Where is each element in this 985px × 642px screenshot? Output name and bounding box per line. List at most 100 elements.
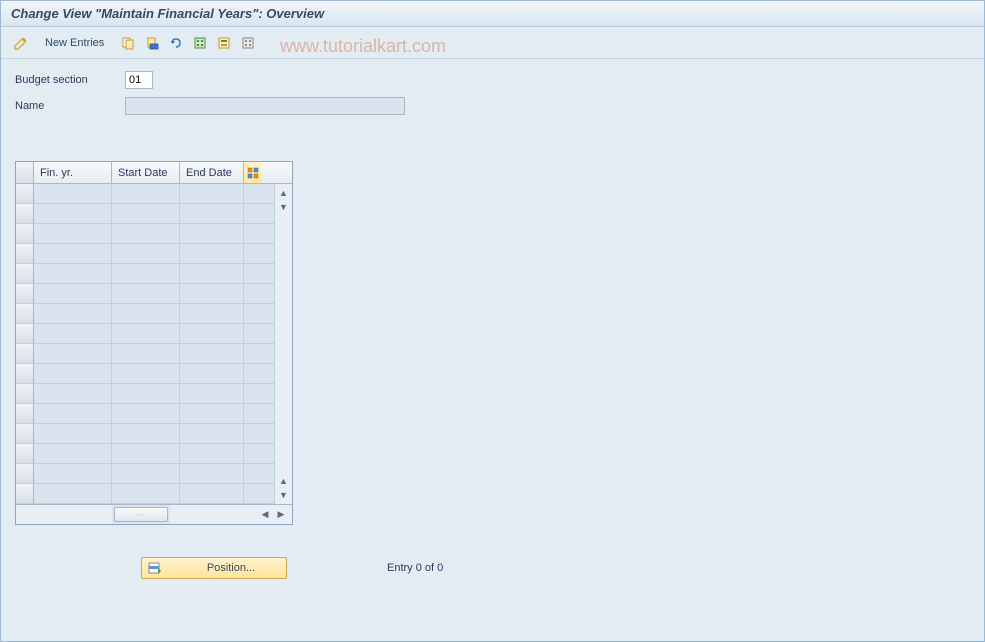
column-start-date[interactable]: Start Date [112, 162, 180, 183]
vertical-scrollbar[interactable]: ▲ ▼ ▲ ▼ [274, 184, 292, 504]
cell-fin-yr[interactable] [34, 464, 112, 483]
cell-end-date[interactable] [180, 484, 244, 503]
column-end-date[interactable]: End Date [180, 162, 244, 183]
cell-start-date[interactable] [112, 264, 180, 283]
name-input[interactable] [125, 97, 405, 115]
table-row[interactable] [16, 304, 274, 324]
budget-section-input[interactable] [125, 71, 153, 89]
table-row[interactable] [16, 204, 274, 224]
cell-start-date[interactable] [112, 244, 180, 263]
select-all-icon[interactable] [190, 33, 210, 53]
scroll-down-icon[interactable]: ▼ [277, 200, 291, 214]
cell-end-date[interactable] [180, 344, 244, 363]
table-row[interactable] [16, 364, 274, 384]
table-row[interactable] [16, 424, 274, 444]
cell-start-date[interactable] [112, 444, 180, 463]
scroll-up-icon[interactable]: ▲ [277, 186, 291, 200]
cell-fin-yr[interactable] [34, 224, 112, 243]
cell-start-date[interactable] [112, 384, 180, 403]
row-selector[interactable] [16, 424, 34, 443]
row-selector[interactable] [16, 224, 34, 243]
cell-fin-yr[interactable] [34, 204, 112, 223]
cell-fin-yr[interactable] [34, 324, 112, 343]
cell-end-date[interactable] [180, 464, 244, 483]
change-icon[interactable] [11, 33, 31, 53]
delete-icon[interactable] [142, 33, 162, 53]
cell-end-date[interactable] [180, 304, 244, 323]
cell-end-date[interactable] [180, 224, 244, 243]
row-selector[interactable] [16, 464, 34, 483]
cell-end-date[interactable] [180, 264, 244, 283]
row-selector[interactable] [16, 364, 34, 383]
cell-end-date[interactable] [180, 364, 244, 383]
new-entries-button[interactable]: New Entries [39, 35, 110, 51]
scroll-right-icon[interactable]: ▶ [274, 508, 288, 522]
cell-start-date[interactable] [112, 224, 180, 243]
scroll-up2-icon[interactable]: ▲ [277, 474, 291, 488]
scroll-down2-icon[interactable]: ▼ [277, 488, 291, 502]
table-row[interactable] [16, 484, 274, 504]
table-row[interactable] [16, 464, 274, 484]
row-selector[interactable] [16, 264, 34, 283]
select-all-rows[interactable] [16, 162, 34, 183]
table-row[interactable] [16, 244, 274, 264]
cell-end-date[interactable] [180, 424, 244, 443]
cell-start-date[interactable] [112, 304, 180, 323]
copy-icon[interactable] [118, 33, 138, 53]
table-row[interactable] [16, 384, 274, 404]
row-selector[interactable] [16, 204, 34, 223]
cell-fin-yr[interactable] [34, 424, 112, 443]
table-row[interactable] [16, 324, 274, 344]
cell-end-date[interactable] [180, 184, 244, 203]
row-selector[interactable] [16, 384, 34, 403]
row-selector[interactable] [16, 444, 34, 463]
cell-end-date[interactable] [180, 404, 244, 423]
cell-fin-yr[interactable] [34, 404, 112, 423]
table-row[interactable] [16, 224, 274, 244]
cell-end-date[interactable] [180, 284, 244, 303]
select-block-icon[interactable] [214, 33, 234, 53]
cell-start-date[interactable] [112, 424, 180, 443]
cell-fin-yr[interactable] [34, 264, 112, 283]
cell-fin-yr[interactable] [34, 444, 112, 463]
table-row[interactable] [16, 284, 274, 304]
row-selector[interactable] [16, 284, 34, 303]
cell-start-date[interactable] [112, 284, 180, 303]
table-row[interactable] [16, 344, 274, 364]
cell-end-date[interactable] [180, 444, 244, 463]
cell-fin-yr[interactable] [34, 284, 112, 303]
cell-start-date[interactable] [112, 364, 180, 383]
cell-fin-yr[interactable] [34, 244, 112, 263]
row-selector[interactable] [16, 304, 34, 323]
cell-fin-yr[interactable] [34, 344, 112, 363]
scroll-left-icon[interactable]: ◀ [258, 508, 272, 522]
deselect-all-icon[interactable] [238, 33, 258, 53]
row-selector[interactable] [16, 484, 34, 503]
cell-start-date[interactable] [112, 324, 180, 343]
cell-end-date[interactable] [180, 244, 244, 263]
table-config-icon[interactable] [244, 162, 262, 183]
cell-fin-yr[interactable] [34, 184, 112, 203]
cell-start-date[interactable] [112, 484, 180, 503]
table-row[interactable] [16, 184, 274, 204]
row-selector[interactable] [16, 324, 34, 343]
undo-icon[interactable] [166, 33, 186, 53]
table-row[interactable] [16, 264, 274, 284]
cell-end-date[interactable] [180, 204, 244, 223]
cell-start-date[interactable] [112, 464, 180, 483]
cell-fin-yr[interactable] [34, 484, 112, 503]
cell-start-date[interactable] [112, 204, 180, 223]
table-row[interactable] [16, 444, 274, 464]
cell-start-date[interactable] [112, 404, 180, 423]
row-selector[interactable] [16, 404, 34, 423]
row-selector[interactable] [16, 244, 34, 263]
cell-fin-yr[interactable] [34, 304, 112, 323]
position-button[interactable]: Position... [141, 557, 287, 579]
cell-fin-yr[interactable] [34, 384, 112, 403]
column-fin-yr[interactable]: Fin. yr. [34, 162, 112, 183]
cell-start-date[interactable] [112, 344, 180, 363]
table-row[interactable] [16, 404, 274, 424]
h-scroll-track[interactable] [170, 505, 256, 524]
cell-start-date[interactable] [112, 184, 180, 203]
cell-end-date[interactable] [180, 324, 244, 343]
